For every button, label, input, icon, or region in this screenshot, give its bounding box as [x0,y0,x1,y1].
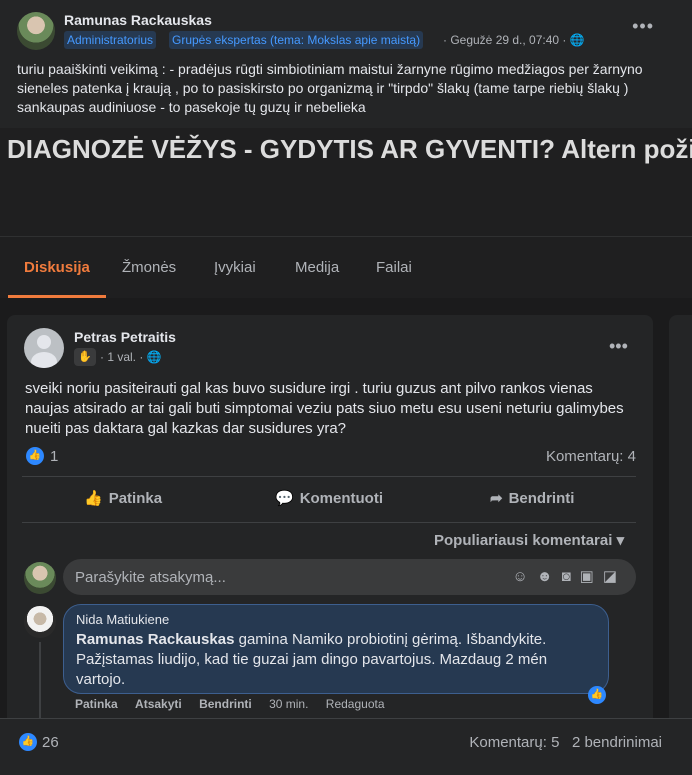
comment-author[interactable]: Nida Matiukiene [76,612,169,627]
avatar[interactable] [24,562,56,594]
post-author[interactable]: Petras Petraitis [74,329,176,345]
comment-button[interactable]: 💬 Komentuoti [275,489,383,507]
reaction-count[interactable]: 1 [50,448,58,465]
comment-icon: 💬 [275,490,294,507]
chevron-down-icon: ▾ [616,532,625,549]
tab-people[interactable]: Žmonės [122,259,176,276]
comment-text: Ramunas Rackauskas gamina Namiko probiot… [76,631,548,688]
tab-events[interactable]: Įvykiai [214,259,256,276]
like-icon: 👍 [84,490,103,507]
divider [22,522,636,523]
comment-input-placeholder: Parašykite atsakymą... [75,569,226,586]
expert-badge[interactable]: Grupės ekspertas (tema: Mokslas apie mai… [169,31,424,49]
outer-post-author[interactable]: Ramunas Rackauskas [64,12,212,28]
like-icon: 👍 [19,733,37,751]
avatar[interactable] [17,12,55,50]
tab-discussion[interactable]: Diskusija [24,259,90,276]
comment-actions: Patinka Atsakyti Bendrinti 30 min. Redag… [75,697,399,711]
edited-label: Redaguota [325,697,385,711]
group-tabbar [0,236,692,298]
more-options-button[interactable]: ••• [632,16,654,37]
admin-badge[interactable]: Administratorius [64,31,157,49]
gif-icon[interactable]: ▣ [580,568,603,585]
comment-share-button[interactable]: Bendrinti [199,697,252,711]
thread-line [39,642,41,722]
emoji-icon[interactable]: ☻ [537,568,562,585]
avatar[interactable] [24,328,64,368]
outer-reaction-count[interactable]: 26 [42,734,59,751]
side-panel-edge [669,315,692,735]
comment-reply-button[interactable]: Atsakyti [135,697,182,711]
like-icon: 👍 [26,447,44,465]
comment-input[interactable]: Parašykite atsakymą... ☺☻◙▣◪ [63,559,636,595]
tab-media[interactable]: Medija [295,259,339,276]
active-tab-indicator [8,295,106,298]
sticker-icon[interactable]: ☺ [512,568,536,585]
group-title: DIAGNOZĖ VĖŽYS - GYDYTIS AR GYVENTI? Alt… [7,134,692,164]
sort-comments-dropdown[interactable]: Populiariausi komentarai ▾ [434,531,624,549]
comment-count[interactable]: Komentarų: 4 [546,448,636,465]
post-more-button[interactable]: ••• [609,336,628,357]
outer-share-count[interactable]: 2 bendrinimai [572,734,662,751]
post-text: sveiki noriu pasiteirauti gal kas buvo s… [25,380,624,437]
like-button[interactable]: 👍 Patinka [84,489,162,507]
input-toolbar[interactable]: ☺☻◙▣◪ [512,567,626,585]
share-icon: ➦ [490,490,503,507]
comment-bubble: Nida Matiukiene Ramunas Rackauskas gamin… [63,604,609,694]
share-button[interactable]: ➦ Bendrinti [490,489,574,507]
tab-files[interactable]: Failai [376,259,412,276]
outer-post-stats: Komentarų: 5 2 bendrinimai [469,734,662,751]
like-icon: 👍 [588,686,606,704]
avatar-sticker-icon[interactable]: ◪ [603,568,626,585]
comment-like-button[interactable]: Patinka [75,697,118,711]
divider [22,476,636,477]
outer-post-meta[interactable]: · Gegužė 29 d., 07:40 · 🌐 [443,33,585,47]
camera-icon[interactable]: ◙ [562,568,580,585]
post-meta[interactable]: · 1 val. · 🌐 [100,350,162,364]
wave-icon: ✋ [74,348,96,366]
outer-comment-count[interactable]: Komentarų: 5 [469,734,559,751]
comment-time[interactable]: 30 min. [269,697,308,711]
mention-link[interactable]: Ramunas Rackauskas [76,631,234,648]
avatar[interactable] [24,606,56,638]
outer-post-text: turiu paaiškinti veikimą : - pradėjus rū… [17,61,643,115]
